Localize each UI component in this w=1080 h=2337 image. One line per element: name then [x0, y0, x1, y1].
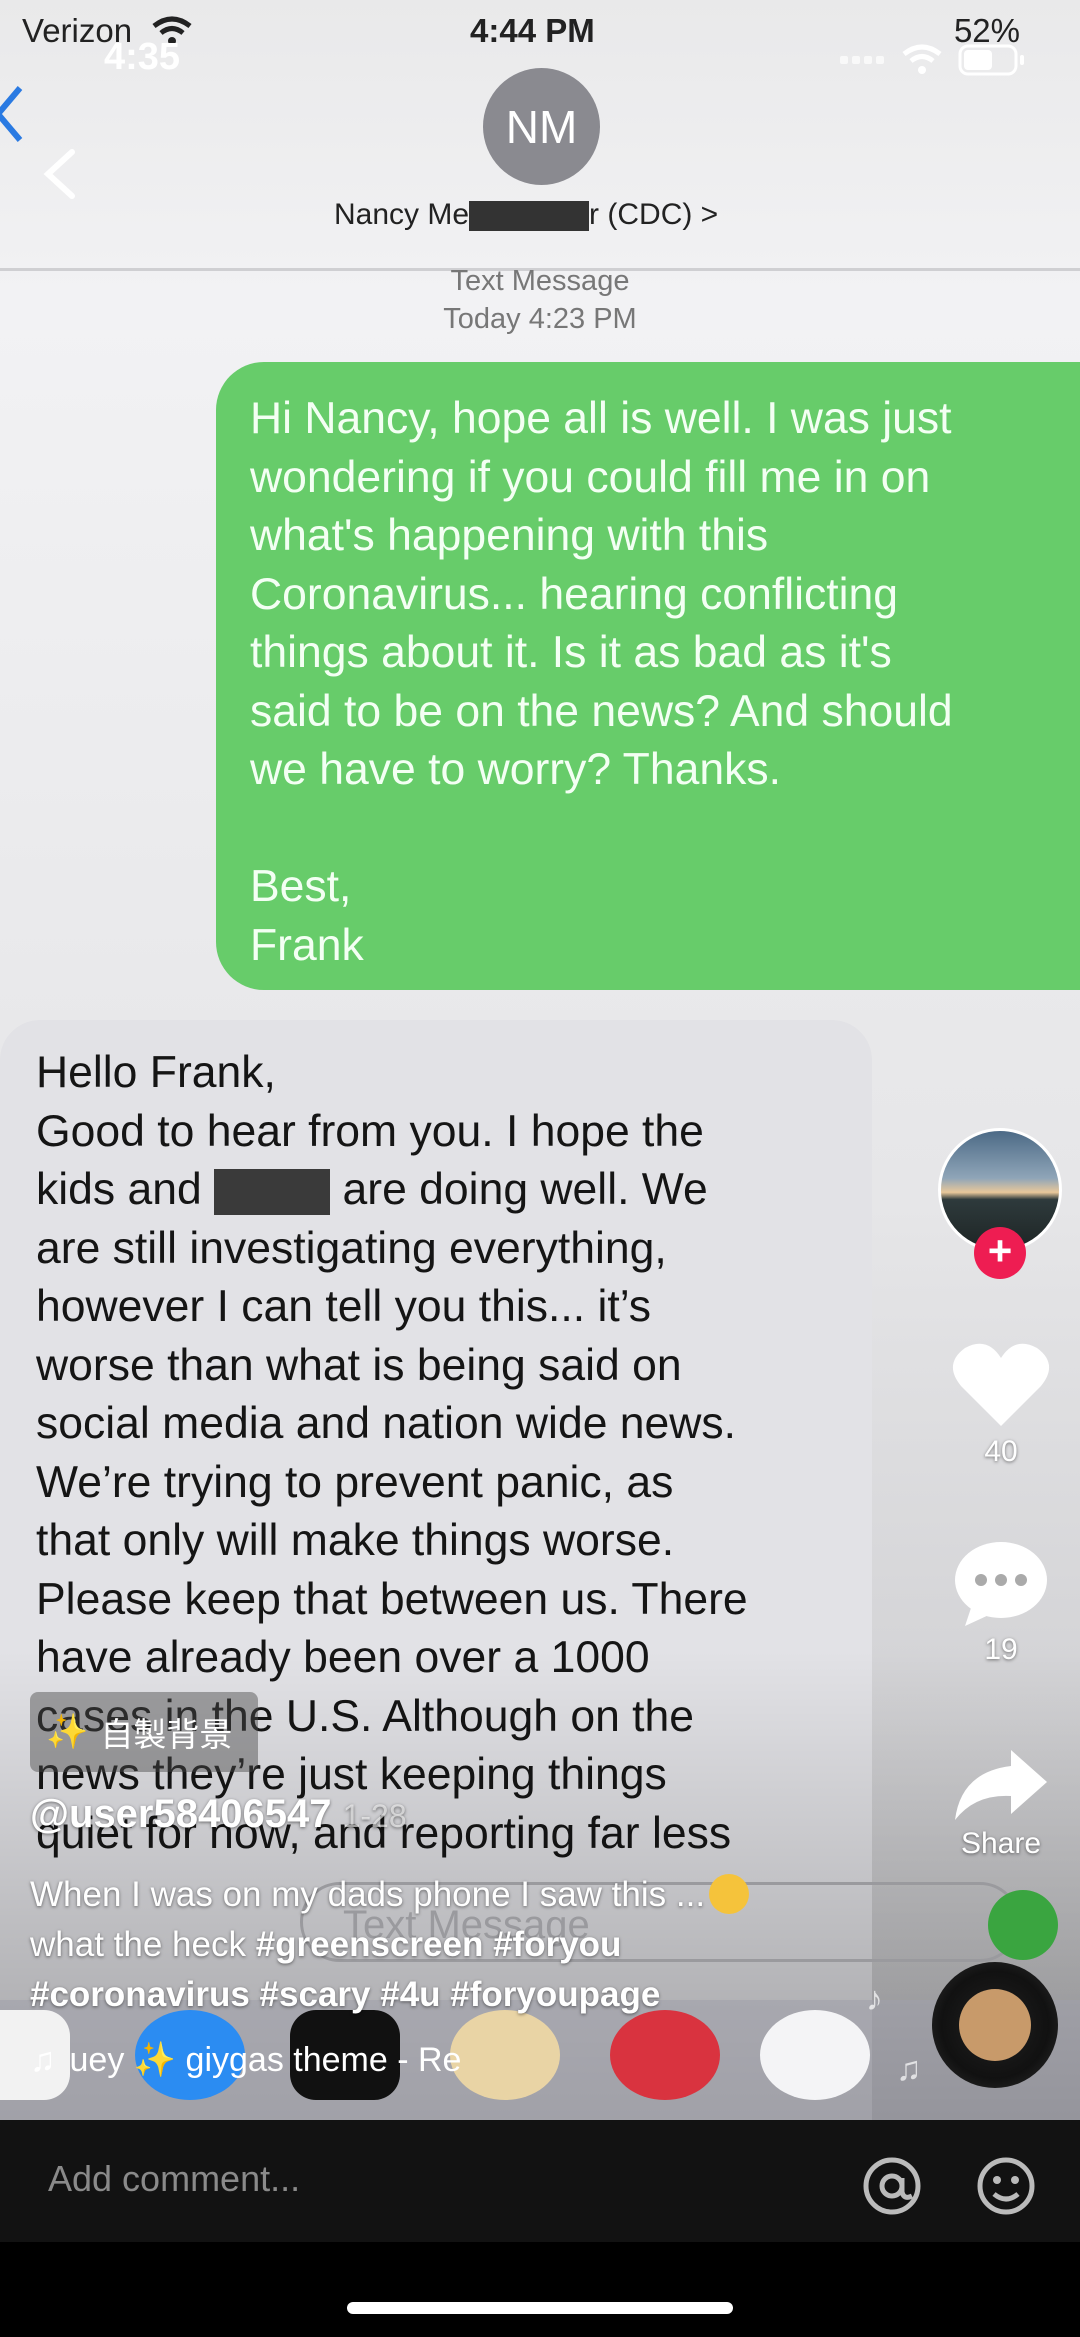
comment-button[interactable]: 19	[931, 1538, 1071, 1667]
battery-icon	[958, 44, 1024, 76]
like-count: 40	[984, 1435, 1018, 1468]
hashtag[interactable]: #scary	[260, 1975, 371, 2014]
incoming-line: worse than what is being said on	[36, 1340, 682, 1390]
comment-icon	[955, 1542, 1047, 1626]
emoji-icon[interactable]	[976, 2156, 1036, 2216]
music-app-icon	[760, 2010, 870, 2100]
music-title: uey ✨ giygas theme - Re	[69, 2041, 462, 2079]
contact-avatar: NM	[483, 68, 600, 185]
incoming-line: are still investigating everything,	[36, 1223, 667, 1273]
incoming-line: however I can tell you this... it’s	[36, 1282, 652, 1331]
incoming-line: that only will make things worse.	[36, 1516, 675, 1565]
follow-button[interactable]: +	[974, 1227, 1026, 1279]
search-app-icon	[610, 2010, 720, 2100]
floating-note-icon: ♪	[866, 1980, 883, 2018]
post-date: 1-28	[342, 1798, 407, 1834]
contact-name: Nancy Me r (CDC) >	[334, 198, 719, 232]
wifi-status-icon	[902, 44, 942, 64]
imessage-back-icon	[0, 86, 23, 142]
comment-bar[interactable]: Add comment...	[0, 2120, 1080, 2242]
hashtag[interactable]: #foryou	[493, 1925, 621, 1964]
signal-icon	[840, 56, 884, 64]
message-meta: Text Message Today 4:23 PM	[443, 265, 637, 335]
flushed-emoji-icon	[709, 1874, 750, 1914]
video-caption: When I was on my dads phone I saw this .…	[30, 1870, 850, 2020]
hashtag[interactable]: #greenscreen	[256, 1925, 484, 1964]
music-note-icon: ♫	[30, 2040, 56, 2079]
incoming-line: We’re trying to prevent panic, as	[36, 1457, 674, 1507]
outgoing-bubble: Hi Nancy, hope all is well. I was just w…	[216, 362, 1080, 990]
mention-icon[interactable]	[862, 2156, 922, 2216]
share-icon	[955, 1750, 1047, 1820]
hashtag[interactable]: #4u	[380, 1975, 440, 2014]
share-label: Share	[960, 1827, 1042, 1860]
floating-note-icon: ♫	[896, 2050, 922, 2088]
music-disc-icon[interactable]	[932, 1962, 1058, 2088]
magic-wand-icon: ✨	[46, 1713, 89, 1751]
status-icons	[840, 44, 1024, 76]
comment-input[interactable]: Add comment...	[48, 2158, 300, 2200]
incoming-line: Please keep that between us. There	[36, 1574, 748, 1624]
send-icon	[988, 1890, 1058, 1960]
incoming-line: social media and nation wide news.	[36, 1399, 737, 1448]
hashtag[interactable]: #foryoupage	[450, 1975, 660, 2014]
home-indicator[interactable]	[347, 2302, 733, 2314]
music-info[interactable]: ♫ uey ✨ giygas theme - Re	[30, 2040, 610, 2080]
effect-tag-label: 自製背景	[100, 1716, 233, 1753]
share-button[interactable]: Share	[931, 1746, 1071, 1861]
video-clock: 4:44 PM	[470, 12, 595, 49]
heart-icon	[952, 1343, 1050, 1426]
hashtag[interactable]: #coronavirus	[30, 1975, 250, 2014]
creator-username[interactable]: @user58406547 1-28	[30, 1792, 407, 1837]
status-clock: 4:35	[104, 36, 181, 78]
comment-count: 19	[984, 1633, 1018, 1666]
effect-tag[interactable]: ✨ 自製背景	[30, 1692, 258, 1772]
like-button[interactable]: 40	[931, 1340, 1071, 1469]
back-button[interactable]	[40, 146, 80, 202]
